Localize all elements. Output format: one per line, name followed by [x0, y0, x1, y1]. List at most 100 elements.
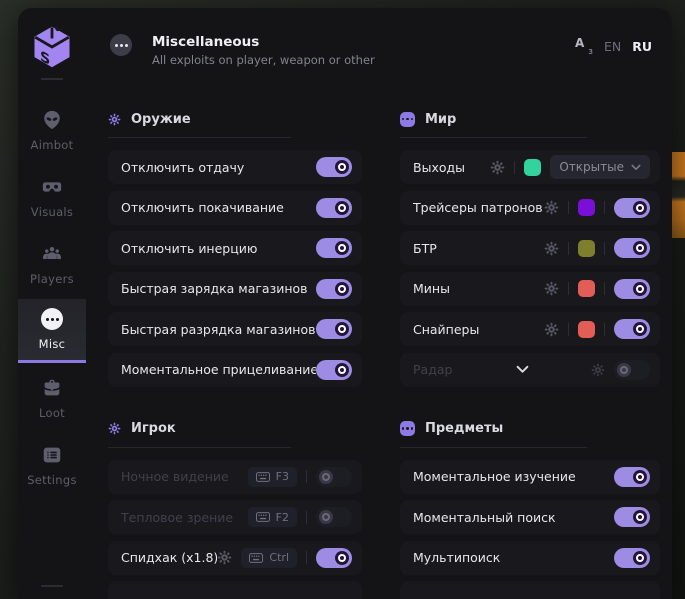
sidebar-item-aimbot[interactable]: Aimbot: [18, 98, 86, 162]
gear-icon[interactable]: [544, 322, 559, 337]
toggle-switch[interactable]: [316, 157, 352, 177]
gear-icon[interactable]: [544, 281, 559, 296]
sidebar-item-loot[interactable]: Loot: [18, 366, 86, 430]
cheat-menu-window: Aimbot Visuals Players Misc Loot Setting…: [18, 8, 672, 599]
toggle-switch[interactable]: [316, 548, 352, 568]
hotkey-badge[interactable]: F3: [248, 467, 297, 487]
toggle-switch[interactable]: [316, 507, 352, 527]
toggle-switch[interactable]: [614, 238, 650, 258]
feature-row: Спидхак (x1.8) Ctrl: [108, 541, 362, 575]
sidebar-item-settings[interactable]: Settings: [18, 433, 86, 497]
sidebar-item-players[interactable]: Players: [18, 232, 86, 296]
gear-icon[interactable]: [591, 363, 605, 377]
toggle-switch[interactable]: [316, 198, 352, 218]
section-title: Игрок: [131, 421, 176, 436]
gear-icon[interactable]: [490, 160, 505, 175]
feature-label: Ночное видение: [121, 469, 248, 484]
section-divider: [400, 447, 587, 448]
color-swatch[interactable]: [578, 280, 595, 297]
toggle-switch[interactable]: [316, 360, 352, 380]
page-subtitle: All exploits on player, weapon or other: [152, 53, 375, 67]
feature-label: Моментальный поиск: [413, 510, 614, 525]
sidebar-item-misc[interactable]: Misc: [18, 299, 86, 363]
chevron-down-icon[interactable]: [516, 365, 529, 374]
toggle-switch[interactable]: [614, 548, 650, 568]
feature-row-partial: [400, 581, 660, 599]
translate-icon: Aз: [575, 38, 593, 54]
feature-row: Трейсеры патронов: [400, 191, 660, 225]
gear-icon[interactable]: [544, 241, 559, 256]
gear-icon[interactable]: [544, 200, 559, 215]
sidebar-item-label: Visuals: [31, 205, 73, 219]
divider: [306, 511, 307, 524]
toggle-switch[interactable]: [614, 360, 650, 380]
feature-label: Отключить инерцию: [121, 241, 316, 256]
dropdown-value: Открытые: [559, 160, 624, 174]
divider: [604, 201, 605, 214]
sidebar-item-label: Aimbot: [31, 138, 74, 152]
feature-label: Снайперы: [413, 322, 544, 337]
hotkey-label: F2: [276, 511, 289, 524]
feature-row: Быстрая зарядка магазинов: [108, 272, 362, 306]
feature-row: Моментальное прицеливание: [108, 353, 362, 387]
section-header-items: Предметы: [400, 420, 660, 438]
sg-cube-logo: [31, 25, 73, 71]
toggle-switch[interactable]: [316, 467, 352, 487]
divider: [604, 282, 605, 295]
sidebar-item-label: Players: [30, 272, 74, 286]
feature-row: Тепловое зрение F2: [108, 500, 362, 534]
feature-label: Трейсеры патронов: [413, 200, 544, 215]
sidebar-item-visuals[interactable]: Visuals: [18, 165, 86, 229]
keyboard-icon: [249, 553, 263, 563]
toggle-switch[interactable]: [614, 319, 650, 339]
page-title: Miscellaneous: [152, 34, 259, 50]
column-left: Оружие Отключить отдачу Отключить покачи…: [108, 110, 362, 599]
section-divider: [108, 447, 291, 448]
sidebar-nav: Aimbot Visuals Players Misc Loot Setting…: [18, 98, 86, 497]
section-divider: [400, 137, 587, 138]
feature-label: БТР: [413, 241, 544, 256]
color-swatch[interactable]: [524, 159, 541, 176]
feature-row: Моментальное изучение: [400, 460, 660, 494]
sidebar-item-label: Misc: [39, 337, 66, 351]
toggle-switch[interactable]: [614, 467, 650, 487]
toggle-switch[interactable]: [614, 279, 650, 299]
color-swatch[interactable]: [578, 199, 595, 216]
toggle-switch[interactable]: [316, 238, 352, 258]
alien-icon: [41, 109, 63, 131]
sidebar: Aimbot Visuals Players Misc Loot Setting…: [18, 8, 86, 599]
dropdown-select[interactable]: Открытые: [550, 155, 650, 179]
feature-row: Быстрая разрядка магазинов: [108, 312, 362, 346]
gear-icon: [108, 113, 121, 126]
gear-icon[interactable]: [217, 550, 232, 565]
divider: [514, 161, 515, 174]
toggle-switch[interactable]: [614, 198, 650, 218]
divider: [568, 201, 569, 214]
feature-label: Моментальное прицеливание: [121, 362, 316, 377]
feature-row: Мины: [400, 272, 660, 306]
gear-icon: [108, 422, 121, 435]
section-header-weapon: Оружие: [108, 110, 362, 128]
column-right: Мир Выходы Открытые Трейсеры патронов: [400, 110, 660, 599]
feature-row: Выходы Открытые: [400, 150, 660, 184]
divider: [604, 242, 605, 255]
hotkey-badge[interactable]: F2: [248, 507, 297, 527]
keyboard-icon: [256, 512, 270, 522]
feature-label: Радар: [413, 362, 452, 377]
keyboard-icon: [256, 472, 270, 482]
language-switcher: Aз EN RU: [575, 38, 652, 54]
lang-ru-button[interactable]: RU: [632, 39, 652, 54]
toggle-switch[interactable]: [614, 507, 650, 527]
color-swatch[interactable]: [578, 321, 595, 338]
feature-row: Отключить отдачу: [108, 150, 362, 184]
toggle-switch[interactable]: [316, 319, 352, 339]
feature-label: Отключить покачивание: [121, 200, 316, 215]
color-swatch[interactable]: [578, 240, 595, 257]
divider: [568, 323, 569, 336]
feature-label: Быстрая разрядка магазинов: [121, 322, 316, 337]
hotkey-badge[interactable]: Ctrl: [241, 548, 297, 568]
feature-row: Радар: [400, 353, 660, 387]
feature-row: Моментальный поиск: [400, 500, 660, 534]
toggle-switch[interactable]: [316, 279, 352, 299]
lang-en-button[interactable]: EN: [604, 39, 621, 54]
